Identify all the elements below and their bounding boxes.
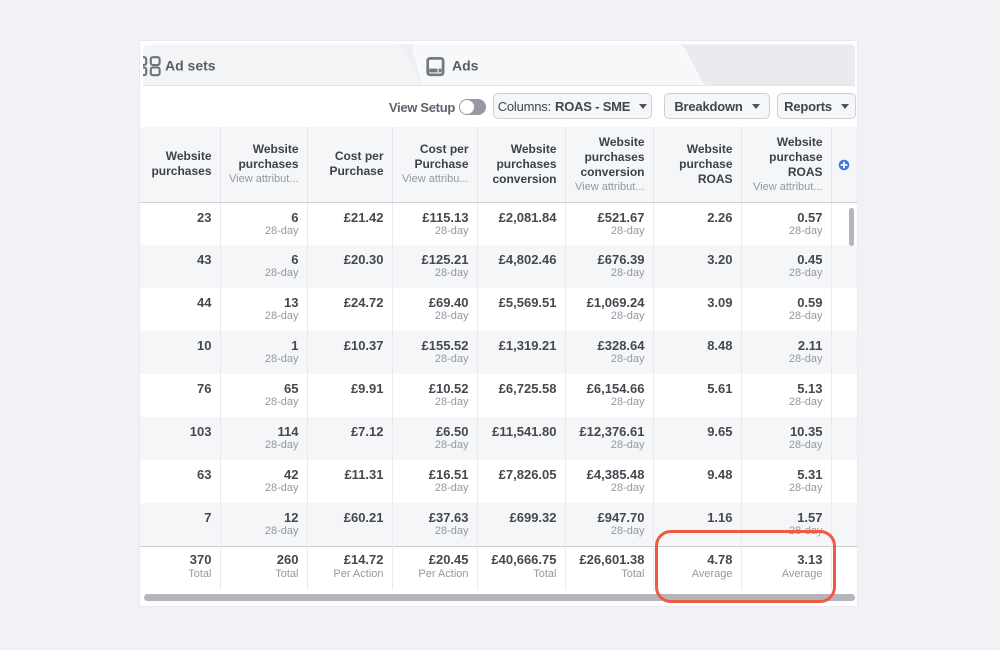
svg-text:Ads: Ads [452, 58, 479, 74]
svg-text:Ad sets: Ad sets [165, 58, 216, 74]
